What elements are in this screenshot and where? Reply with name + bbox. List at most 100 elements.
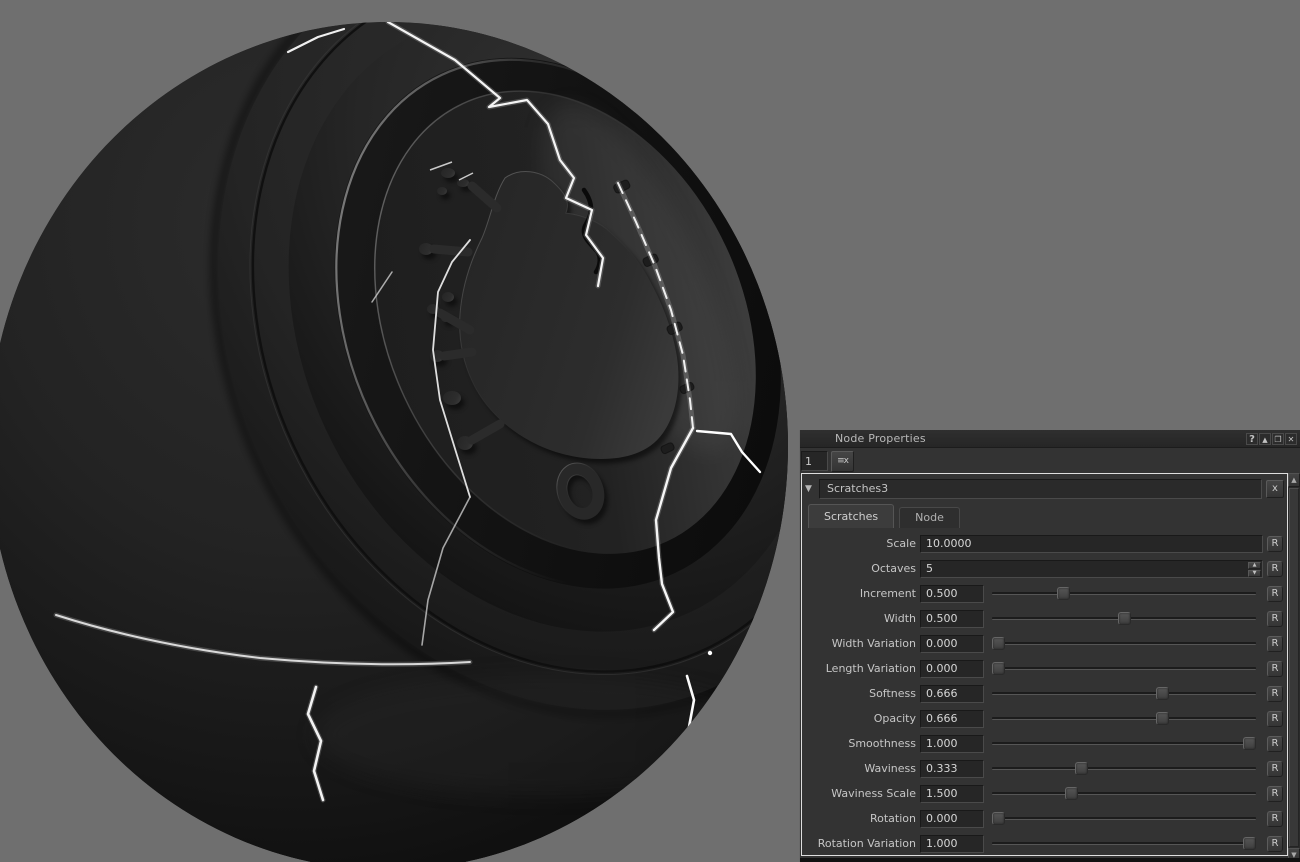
reset-button[interactable]: R bbox=[1267, 661, 1283, 677]
param-slider[interactable] bbox=[992, 611, 1256, 626]
scroll-up-icon[interactable]: ▲ bbox=[1288, 473, 1300, 487]
param-label: Waviness bbox=[808, 762, 916, 775]
panel-scrollbar[interactable]: ▲ ▼ bbox=[1288, 473, 1300, 862]
slider-handle[interactable] bbox=[992, 812, 1005, 825]
node-name-field[interactable]: Scratches3 bbox=[819, 479, 1262, 499]
help-icon[interactable]: ? bbox=[1246, 433, 1258, 445]
remove-node-button[interactable]: x bbox=[1266, 480, 1284, 498]
slider-track[interactable] bbox=[992, 767, 1256, 770]
param-row-rotation-variation: Rotation Variation R bbox=[802, 831, 1287, 856]
slider-handle[interactable] bbox=[1156, 712, 1169, 725]
param-value-input[interactable] bbox=[920, 535, 1263, 553]
param-value-input[interactable] bbox=[920, 560, 1263, 578]
param-label: Length Variation bbox=[808, 662, 916, 675]
slider-track[interactable] bbox=[992, 667, 1256, 670]
reset-button[interactable]: R bbox=[1267, 636, 1283, 652]
spinner-down-icon[interactable]: ▼ bbox=[1248, 570, 1261, 577]
reset-button[interactable]: R bbox=[1267, 711, 1283, 727]
param-value-input[interactable] bbox=[920, 835, 984, 853]
slider-handle[interactable] bbox=[992, 637, 1005, 650]
slider-track[interactable] bbox=[992, 842, 1256, 845]
reset-button[interactable]: R bbox=[1267, 811, 1283, 827]
param-slider[interactable] bbox=[992, 586, 1256, 601]
param-row-octaves: Octaves ▲▼ R bbox=[802, 556, 1287, 581]
param-slider[interactable] bbox=[992, 686, 1256, 701]
param-value-input[interactable] bbox=[920, 610, 984, 628]
node-header: ▼ Scratches3 x bbox=[805, 479, 1284, 499]
param-row-width-variation: Width Variation R bbox=[802, 631, 1287, 656]
param-slider[interactable] bbox=[992, 811, 1256, 826]
reset-button[interactable]: R bbox=[1267, 836, 1283, 852]
tab-node[interactable]: Node bbox=[899, 507, 960, 528]
slider-track[interactable] bbox=[992, 592, 1256, 595]
pin-icon[interactable]: ▲ bbox=[1259, 433, 1271, 445]
param-value-input[interactable] bbox=[920, 735, 984, 753]
param-value-input[interactable] bbox=[920, 660, 984, 678]
param-slider[interactable] bbox=[992, 761, 1256, 776]
param-label: Waviness Scale bbox=[808, 787, 916, 800]
param-value-input[interactable] bbox=[920, 760, 984, 778]
close-icon[interactable]: ✕ bbox=[1285, 433, 1297, 445]
param-slider[interactable] bbox=[992, 711, 1256, 726]
node-properties-window: Node Properties ? ▲ ❐ ✕ ≡x ▼ Scratches3 … bbox=[799, 430, 1300, 862]
param-slider[interactable] bbox=[992, 836, 1256, 851]
param-row-opacity: Opacity R bbox=[802, 706, 1287, 731]
param-row-scale: Scale R bbox=[802, 531, 1287, 556]
param-value-input[interactable] bbox=[920, 810, 984, 828]
reset-button[interactable]: R bbox=[1267, 561, 1283, 577]
slider-handle[interactable] bbox=[992, 662, 1005, 675]
slider-handle[interactable] bbox=[1118, 612, 1131, 625]
reset-button[interactable]: R bbox=[1267, 761, 1283, 777]
param-label: Rotation Variation bbox=[808, 837, 916, 850]
param-slider[interactable] bbox=[992, 661, 1256, 676]
slider-handle[interactable] bbox=[1065, 787, 1078, 800]
tab-scratches[interactable]: Scratches bbox=[808, 504, 894, 528]
panel-bottom-edge bbox=[800, 858, 1300, 862]
reset-button[interactable]: R bbox=[1267, 736, 1283, 752]
index-input[interactable] bbox=[801, 451, 828, 471]
titlebar[interactable]: Node Properties ? ▲ ❐ ✕ bbox=[800, 430, 1300, 448]
param-label: Softness bbox=[808, 687, 916, 700]
slider-handle[interactable] bbox=[1243, 837, 1256, 850]
index-action-button[interactable]: ≡x bbox=[831, 451, 854, 472]
param-row-length-variation: Length Variation R bbox=[802, 656, 1287, 681]
param-label: Scale bbox=[808, 537, 916, 550]
spinner-up-icon[interactable]: ▲ bbox=[1248, 562, 1261, 569]
reset-button[interactable]: R bbox=[1267, 786, 1283, 802]
param-slider[interactable] bbox=[992, 736, 1256, 751]
slider-track[interactable] bbox=[992, 742, 1256, 745]
param-row-smoothness: Smoothness R bbox=[802, 731, 1287, 756]
collapse-triangle-icon[interactable]: ▼ bbox=[805, 484, 815, 494]
reset-button[interactable]: R bbox=[1267, 536, 1283, 552]
param-slider[interactable] bbox=[992, 636, 1256, 651]
slider-handle[interactable] bbox=[1156, 687, 1169, 700]
spinner-control: ▲▼ bbox=[1248, 562, 1261, 576]
slider-handle[interactable] bbox=[1075, 762, 1088, 775]
slider-track[interactable] bbox=[992, 817, 1256, 820]
param-label: Opacity bbox=[808, 712, 916, 725]
scrollbar-thumb[interactable] bbox=[1289, 488, 1299, 847]
param-slider[interactable] bbox=[992, 786, 1256, 801]
slider-handle[interactable] bbox=[1057, 587, 1070, 600]
reset-button[interactable]: R bbox=[1267, 586, 1283, 602]
reset-button[interactable]: R bbox=[1267, 611, 1283, 627]
param-label: Smoothness bbox=[808, 737, 916, 750]
slider-track[interactable] bbox=[992, 692, 1256, 695]
slider-track[interactable] bbox=[992, 717, 1256, 720]
param-row-waviness-scale: Waviness Scale R bbox=[802, 781, 1287, 806]
restore-icon[interactable]: ❐ bbox=[1272, 433, 1284, 445]
slider-track[interactable] bbox=[992, 642, 1256, 645]
param-value-input[interactable] bbox=[920, 585, 984, 603]
param-label: Octaves bbox=[808, 562, 916, 575]
node-panel: ▼ Scratches3 x Scratches Node ScaleROcta… bbox=[801, 473, 1288, 856]
param-value-input[interactable] bbox=[920, 635, 984, 653]
param-value-input[interactable] bbox=[920, 785, 984, 803]
reset-button[interactable]: R bbox=[1267, 686, 1283, 702]
param-label: Width Variation bbox=[808, 637, 916, 650]
param-label: Increment bbox=[808, 587, 916, 600]
slider-track[interactable] bbox=[992, 792, 1256, 795]
slider-handle[interactable] bbox=[1243, 737, 1256, 750]
param-value-input[interactable] bbox=[920, 685, 984, 703]
param-value-input[interactable] bbox=[920, 710, 984, 728]
window-title: Node Properties bbox=[835, 432, 926, 445]
